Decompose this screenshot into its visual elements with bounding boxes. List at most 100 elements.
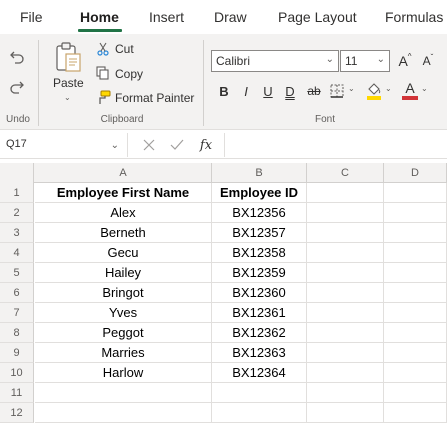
paste-button[interactable]: Paste <box>53 76 84 90</box>
enter-check-icon[interactable] <box>168 136 186 154</box>
cell[interactable] <box>384 343 447 363</box>
cell[interactable]: BX12358 <box>212 243 307 263</box>
tab-home[interactable]: Home <box>80 9 119 25</box>
cell[interactable] <box>384 363 447 383</box>
cell[interactable] <box>384 263 447 283</box>
copy-icon[interactable] <box>95 65 111 81</box>
tab-page-layout[interactable]: Page Layout <box>278 9 357 25</box>
column-header-a[interactable]: A <box>35 163 212 183</box>
tab-draw[interactable]: Draw <box>214 9 247 25</box>
row-header[interactable]: 10 <box>0 363 34 383</box>
cell[interactable]: BX12362 <box>212 323 307 343</box>
row-header[interactable]: 9 <box>0 343 34 363</box>
cell[interactable]: Berneth <box>35 223 212 243</box>
cell[interactable] <box>307 223 384 243</box>
row-header[interactable]: 2 <box>0 203 34 223</box>
format-painter-button[interactable]: Format Painter <box>115 91 194 105</box>
cell[interactable] <box>384 183 447 203</box>
row-header[interactable]: 8 <box>0 323 34 343</box>
borders-icon[interactable] <box>329 83 345 99</box>
tab-formulas[interactable]: Formulas <box>385 9 443 25</box>
cell[interactable] <box>307 323 384 343</box>
cell[interactable]: Bringot <box>35 283 212 303</box>
cell[interactable] <box>35 383 212 403</box>
formula-input[interactable] <box>226 133 447 157</box>
cell[interactable]: Hailey <box>35 263 212 283</box>
cell[interactable] <box>384 223 447 243</box>
strikethrough-button[interactable]: ab <box>304 81 324 101</box>
cell[interactable]: BX12357 <box>212 223 307 243</box>
cell[interactable] <box>384 383 447 403</box>
italic-button[interactable]: I <box>236 81 256 101</box>
cell[interactable]: Yves <box>35 303 212 323</box>
format-painter-icon[interactable] <box>95 89 111 105</box>
row-header[interactable]: 7 <box>0 303 34 323</box>
column-header-c[interactable]: C <box>307 163 384 183</box>
cell[interactable] <box>35 403 212 423</box>
font-size-select[interactable]: 11 ⌄ <box>340 50 390 72</box>
cell[interactable]: BX12361 <box>212 303 307 323</box>
column-header-d[interactable]: D <box>384 163 447 183</box>
cell[interactable] <box>384 403 447 423</box>
cut-button[interactable]: Cut <box>115 42 134 56</box>
borders-dropdown-chevron-icon[interactable]: ⌄ <box>348 84 355 93</box>
cell[interactable] <box>307 403 384 423</box>
tab-file[interactable]: File <box>20 9 43 25</box>
row-header[interactable]: 12 <box>0 403 34 423</box>
cell[interactable]: BX12359 <box>212 263 307 283</box>
font-name-select[interactable]: Calibri ⌄ <box>211 50 339 72</box>
row-header[interactable]: 3 <box>0 223 34 243</box>
cell[interactable]: BX12360 <box>212 283 307 303</box>
cell[interactable] <box>307 183 384 203</box>
decrease-font-size-icon[interactable]: Aˇ <box>419 51 437 71</box>
undo-icon[interactable] <box>6 46 28 68</box>
redo-icon[interactable] <box>6 76 28 98</box>
copy-button[interactable]: Copy <box>115 67 143 81</box>
double-underline-button[interactable]: D <box>280 81 300 101</box>
name-box[interactable]: Q17 ⌄ <box>0 133 128 157</box>
cell[interactable]: BX12364 <box>212 363 307 383</box>
cell[interactable]: Marries <box>35 343 212 363</box>
row-header[interactable]: 4 <box>0 243 34 263</box>
cell[interactable]: Alex <box>35 203 212 223</box>
fill-color-icon[interactable] <box>365 80 383 102</box>
cell[interactable] <box>307 263 384 283</box>
cell[interactable] <box>307 283 384 303</box>
cell[interactable]: BX12356 <box>212 203 307 223</box>
insert-function-button[interactable]: fx <box>196 136 216 154</box>
font-color-dropdown-chevron-icon[interactable]: ⌄ <box>421 84 428 93</box>
cell[interactable]: Peggot <box>35 323 212 343</box>
cell[interactable] <box>384 303 447 323</box>
cell[interactable] <box>307 303 384 323</box>
cell[interactable]: BX12363 <box>212 343 307 363</box>
cell[interactable] <box>307 343 384 363</box>
cell[interactable] <box>212 403 307 423</box>
cell[interactable] <box>384 283 447 303</box>
row-header[interactable]: 5 <box>0 263 34 283</box>
font-color-icon[interactable]: A <box>401 79 419 101</box>
increase-font-size-icon[interactable]: A ^ <box>396 51 414 71</box>
cell[interactable] <box>384 203 447 223</box>
paste-dropdown-chevron-icon[interactable]: ⌄ <box>64 93 71 102</box>
bold-button[interactable]: B <box>214 81 234 101</box>
cell[interactable]: Employee First Name <box>35 183 212 203</box>
row-header[interactable]: 6 <box>0 283 34 303</box>
tab-insert[interactable]: Insert <box>149 9 184 25</box>
cell[interactable] <box>212 383 307 403</box>
cell[interactable] <box>307 243 384 263</box>
cell[interactable]: Gecu <box>35 243 212 263</box>
cell[interactable] <box>384 323 447 343</box>
cell[interactable] <box>307 383 384 403</box>
column-header-b[interactable]: B <box>212 163 307 183</box>
cell[interactable]: Employee ID <box>212 183 307 203</box>
row-header[interactable]: 11 <box>0 383 34 403</box>
underline-button[interactable]: U <box>258 81 278 101</box>
scissors-icon[interactable] <box>95 41 111 57</box>
cell[interactable]: Harlow <box>35 363 212 383</box>
cancel-icon[interactable] <box>140 136 158 154</box>
cell[interactable] <box>307 363 384 383</box>
paste-icon[interactable] <box>52 40 84 74</box>
fill-color-dropdown-chevron-icon[interactable]: ⌄ <box>385 84 392 93</box>
cell[interactable] <box>307 203 384 223</box>
select-all-corner[interactable] <box>0 163 34 183</box>
